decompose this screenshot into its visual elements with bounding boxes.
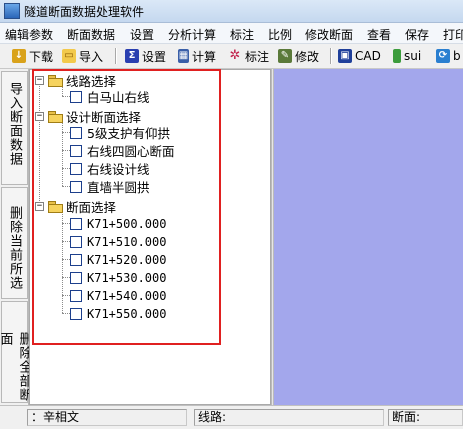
annotate-sparkle-icon: ✲ (229, 48, 241, 63)
cad-icon: ▣ (338, 49, 352, 63)
status-section: 断面: (388, 409, 463, 426)
drawing-canvas[interactable] (274, 69, 463, 405)
import-label: 导入 (79, 49, 104, 64)
status-user: ：辛相文 (27, 409, 187, 426)
cad-label: CAD (355, 49, 381, 63)
calculator-icon: ▦ (178, 49, 189, 63)
toolbar-separator (115, 48, 117, 64)
import-section-data-label: 导入断面数据 (7, 82, 22, 166)
sui-label: sui (404, 49, 422, 63)
menu-print[interactable]: 打印 (443, 26, 463, 43)
sui-button[interactable]: sui (393, 47, 421, 65)
delete-current-selection-label: 删除当前所选 (7, 206, 22, 290)
settings-icon: Σ (125, 49, 139, 63)
status-route: 线路: (194, 409, 384, 426)
toolbar: ↓ 下载 ▭ 导入 Σ 设置 ▦ 计算 ✲ 标注 ✎ 修改 ▣ CAD sui … (0, 44, 463, 69)
sidebar: 导入断面数据 删除当前所选 删除全部断面 (0, 69, 32, 405)
cad-button[interactable]: ▣ CAD (338, 47, 381, 65)
menu-analysis[interactable]: 分析计算 (168, 26, 216, 43)
status-bar: ：辛相文 线路: 断面: (0, 405, 463, 429)
settings-label: 设置 (142, 49, 167, 64)
menu-save[interactable]: 保存 (405, 26, 429, 43)
calculate-button[interactable]: ▦ 计算 (178, 47, 216, 65)
modify-icon: ✎ (278, 49, 292, 63)
download-label: 下载 (29, 49, 54, 64)
title-bar: 隧道断面数据处理软件 (0, 0, 463, 23)
folder-open-icon: ▭ (62, 49, 76, 63)
annotate-button[interactable]: ✲ 标注 (228, 47, 269, 65)
app-icon (4, 3, 20, 19)
toolbar-separator (330, 48, 332, 64)
menu-section-data[interactable]: 断面数据 (67, 26, 115, 43)
download-icon: ↓ (12, 49, 26, 63)
annotate-label: 标注 (245, 49, 270, 64)
sui-icon (393, 49, 401, 63)
more-label: b (453, 49, 461, 63)
import-section-data-button[interactable]: 导入断面数据 (1, 71, 28, 185)
delete-all-sections-button[interactable]: 删除全部断面 (0, 301, 32, 403)
delete-current-selection-button[interactable]: 删除当前所选 (1, 187, 28, 299)
calculate-label: 计算 (192, 49, 217, 64)
menu-scale[interactable]: 比例 (268, 26, 292, 43)
import-button[interactable]: ▭ 导入 (62, 47, 103, 65)
menu-annotate[interactable]: 标注 (230, 26, 254, 43)
modify-label: 修改 (295, 49, 320, 64)
highlight-box (32, 69, 221, 345)
menu-modify-section[interactable]: 修改断面 (305, 26, 353, 43)
menu-view[interactable]: 查看 (367, 26, 391, 43)
modify-button[interactable]: ✎ 修改 (278, 47, 319, 65)
window-title: 隧道断面数据处理软件 (24, 5, 145, 19)
menu-bar: 编辑参数 断面数据 设置 分析计算 标注 比例 修改断面 查看 保存 打印 (0, 23, 463, 44)
more-icon: ⟳ (436, 49, 450, 63)
settings-button[interactable]: Σ 设置 (125, 47, 166, 65)
menu-settings[interactable]: 设置 (130, 26, 154, 43)
menu-edit-params[interactable]: 编辑参数 (5, 26, 53, 43)
download-button[interactable]: ↓ 下载 (12, 47, 53, 65)
more-button[interactable]: ⟳ b (436, 47, 461, 65)
